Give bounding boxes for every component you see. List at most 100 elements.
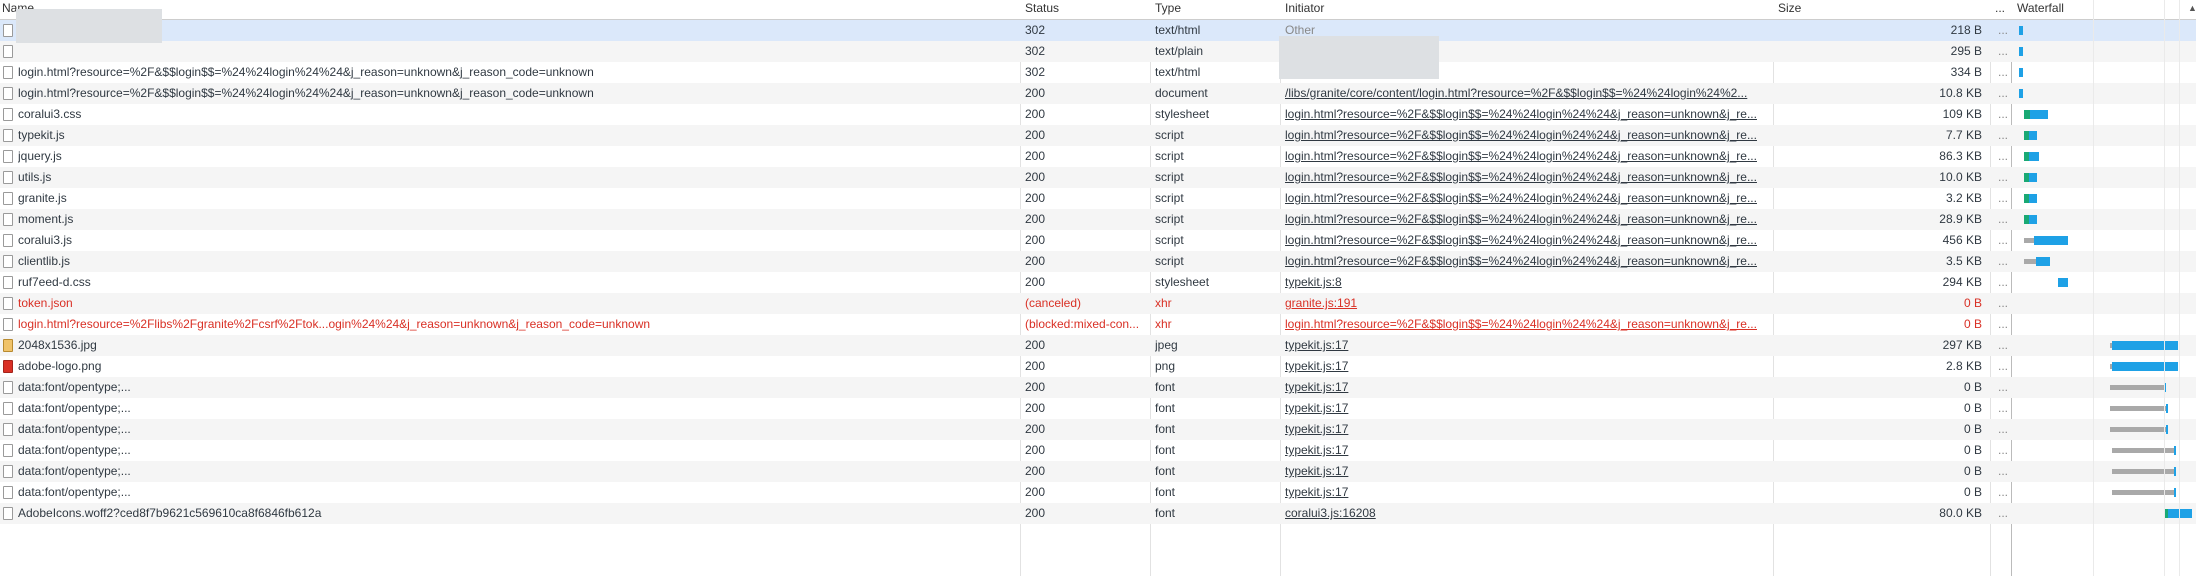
initiator-link[interactable]: typekit.js:17 bbox=[1285, 443, 1348, 457]
file-icon bbox=[3, 255, 13, 268]
request-name: granite.js bbox=[18, 191, 67, 205]
request-type: text/html bbox=[1155, 65, 1201, 79]
initiator-link[interactable]: login.html?resource=%2F&$$login$$=%24%24… bbox=[1285, 191, 1757, 205]
request-type: script bbox=[1155, 191, 1184, 205]
file-icon bbox=[3, 66, 13, 79]
table-row[interactable]: moment.js 200 script login.html?resource=%2… bbox=[0, 209, 2196, 230]
request-initiator: typekit.js:8 bbox=[1285, 272, 1765, 293]
request-status: 200 bbox=[1025, 170, 1046, 184]
request-status: 200 bbox=[1025, 338, 1046, 352]
table-row[interactable]: data:font/opentype;... 200 font typekit.js:… bbox=[0, 398, 2196, 419]
request-more: ... bbox=[1998, 44, 2009, 58]
table-row[interactable]: 302 text/html Other 218 B... bbox=[0, 20, 2196, 41]
initiator-link[interactable]: typekit.js:17 bbox=[1285, 422, 1348, 436]
request-status: 302 bbox=[1025, 44, 1046, 58]
request-name: ruf7eed-d.css bbox=[18, 275, 91, 289]
waterfall-bar bbox=[2112, 362, 2178, 371]
table-row[interactable]: coralui3.css 200 stylesheet login.html?reso… bbox=[0, 104, 2196, 125]
table-row[interactable]: clientlib.js 200 script login.html?resource… bbox=[0, 251, 2196, 272]
initiator-link[interactable]: granite.js:191 bbox=[1285, 296, 1357, 310]
initiator-link[interactable]: typekit.js:17 bbox=[1285, 401, 1348, 415]
initiator-link[interactable]: typekit.js:17 bbox=[1285, 464, 1348, 478]
table-row[interactable]: 2048x1536.jpg 200 jpeg typekit.js:17 297 KB.… bbox=[0, 335, 2196, 356]
table-row[interactable]: data:font/opentype;... 200 font typekit.js:… bbox=[0, 482, 2196, 503]
request-type: script bbox=[1155, 170, 1184, 184]
request-name: data:font/opentype;... bbox=[18, 485, 131, 499]
request-initiator: typekit.js:17 bbox=[1285, 440, 1765, 461]
table-row[interactable]: AdobeIcons.woff2?ced8f7b9621c569610ca8f6… bbox=[0, 503, 2196, 524]
request-name: login.html?resource=%2F&$$login$$=%24%24… bbox=[18, 65, 594, 79]
file-icon bbox=[3, 24, 13, 37]
waterfall-bar bbox=[2058, 278, 2068, 287]
table-row[interactable]: ruf7eed-d.css 200 stylesheet typekit.js:8 29… bbox=[0, 272, 2196, 293]
waterfall-bar bbox=[2019, 26, 2023, 35]
initiator-link[interactable]: typekit.js:17 bbox=[1285, 485, 1348, 499]
waterfall-bar bbox=[2034, 236, 2068, 245]
initiator-link[interactable]: login.html?resource=%2F&$$login$$=%24%24… bbox=[1285, 149, 1757, 163]
request-status: 200 bbox=[1025, 506, 1046, 520]
table-row[interactable]: granite.js 200 script login.html?resource=%… bbox=[0, 188, 2196, 209]
table-row[interactable]: jquery.js 200 script login.html?resource=%2… bbox=[0, 146, 2196, 167]
initiator-link[interactable]: typekit.js:17 bbox=[1285, 338, 1348, 352]
request-initiator: login.html?resource=%2F&$$login$$=%24%24… bbox=[1285, 188, 1765, 209]
table-row[interactable]: token.json (canceled) xhr granite.js:191 0 B… bbox=[0, 293, 2196, 314]
file-icon bbox=[3, 318, 13, 331]
table-row[interactable]: login.html?resource=%2Flibs%2Fgranite%2F… bbox=[0, 314, 2196, 335]
waterfall-cell bbox=[2016, 188, 2196, 209]
waterfall-bar bbox=[2110, 406, 2166, 411]
initiator-link[interactable]: login.html?resource=%2F&$$login$$=%24%24… bbox=[1285, 212, 1757, 226]
initiator-link[interactable]: login.html?resource=%2F&$$login$$=%24%24… bbox=[1285, 317, 1757, 331]
request-more: ... bbox=[1998, 359, 2009, 373]
request-initiator: typekit.js:17 bbox=[1285, 398, 1765, 419]
waterfall-cell bbox=[2016, 62, 2196, 83]
table-row[interactable]: data:font/opentype;... 200 font typekit.js:… bbox=[0, 440, 2196, 461]
waterfall-cell bbox=[2016, 335, 2196, 356]
request-type: script bbox=[1155, 149, 1184, 163]
table-row[interactable]: utils.js 200 script login.html?resource=%2F… bbox=[0, 167, 2196, 188]
table-row[interactable]: coralui3.js 200 script login.html?resource=… bbox=[0, 230, 2196, 251]
table-row[interactable]: typekit.js 200 script login.html?resource=%… bbox=[0, 125, 2196, 146]
waterfall-cell bbox=[2016, 146, 2196, 167]
redaction-block bbox=[16, 9, 162, 43]
waterfall-bar bbox=[2019, 47, 2023, 56]
file-icon bbox=[3, 465, 13, 478]
table-row[interactable]: 302 text/plain 295 B... bbox=[0, 41, 2196, 62]
request-size: 7.7 KB bbox=[1945, 128, 1982, 142]
request-type: document bbox=[1155, 86, 1208, 100]
table-row[interactable]: data:font/opentype;... 200 font typekit.js:… bbox=[0, 461, 2196, 482]
request-initiator: typekit.js:17 bbox=[1285, 419, 1765, 440]
initiator-link[interactable]: login.html?resource=%2F&$$login$$=%24%24… bbox=[1285, 170, 1757, 184]
column-header-initiator[interactable]: Initiator bbox=[1285, 0, 1765, 19]
request-size: 2.8 KB bbox=[1945, 359, 1982, 373]
request-size: 0 B bbox=[1963, 317, 1982, 331]
table-row[interactable]: data:font/opentype;... 200 font typekit.js:… bbox=[0, 419, 2196, 440]
table-row[interactable]: data:font/opentype;... 200 font typekit.js:… bbox=[0, 377, 2196, 398]
file-icon bbox=[3, 486, 13, 499]
initiator-link[interactable]: typekit.js:17 bbox=[1285, 359, 1348, 373]
request-type: font bbox=[1155, 506, 1176, 520]
column-header-more[interactable]: ... bbox=[1995, 0, 2009, 19]
column-header-waterfall[interactable]: Waterfall bbox=[2017, 0, 2187, 19]
initiator-link[interactable]: login.html?resource=%2F&$$login$$=%24%24… bbox=[1285, 107, 1757, 121]
waterfall-bar bbox=[2029, 152, 2039, 161]
initiator-link[interactable]: login.html?resource=%2F&$$login$$=%24%24… bbox=[1285, 233, 1757, 247]
column-header-status[interactable]: Status bbox=[1025, 0, 1145, 19]
red-image-file-icon bbox=[3, 360, 13, 373]
sort-arrow-icon[interactable]: ▲ bbox=[2188, 0, 2196, 19]
initiator-link[interactable]: login.html?resource=%2F&$$login$$=%24%24… bbox=[1285, 254, 1757, 268]
initiator-link[interactable]: /libs/granite/core/content/login.html?re… bbox=[1285, 86, 1747, 100]
waterfall-bar bbox=[2019, 68, 2023, 77]
initiator-link[interactable]: typekit.js:8 bbox=[1285, 275, 1342, 289]
request-initiator: typekit.js:17 bbox=[1285, 461, 1765, 482]
initiator-link[interactable]: typekit.js:17 bbox=[1285, 380, 1348, 394]
table-row[interactable]: login.html?resource=%2F&$$login$$=%24%24… bbox=[0, 62, 2196, 83]
initiator-link[interactable]: coralui3.js:16208 bbox=[1285, 506, 1376, 520]
column-header-type[interactable]: Type bbox=[1155, 0, 1275, 19]
column-header-size[interactable]: Size bbox=[1778, 0, 1978, 19]
request-more: ... bbox=[1998, 191, 2009, 205]
file-icon bbox=[3, 402, 13, 415]
table-row[interactable]: login.html?resource=%2F&$$login$$=%24%24… bbox=[0, 83, 2196, 104]
table-row[interactable]: adobe-logo.png 200 png typekit.js:17 2.8 KB.… bbox=[0, 356, 2196, 377]
waterfall-cell bbox=[2016, 482, 2196, 503]
initiator-link[interactable]: login.html?resource=%2F&$$login$$=%24%24… bbox=[1285, 128, 1757, 142]
